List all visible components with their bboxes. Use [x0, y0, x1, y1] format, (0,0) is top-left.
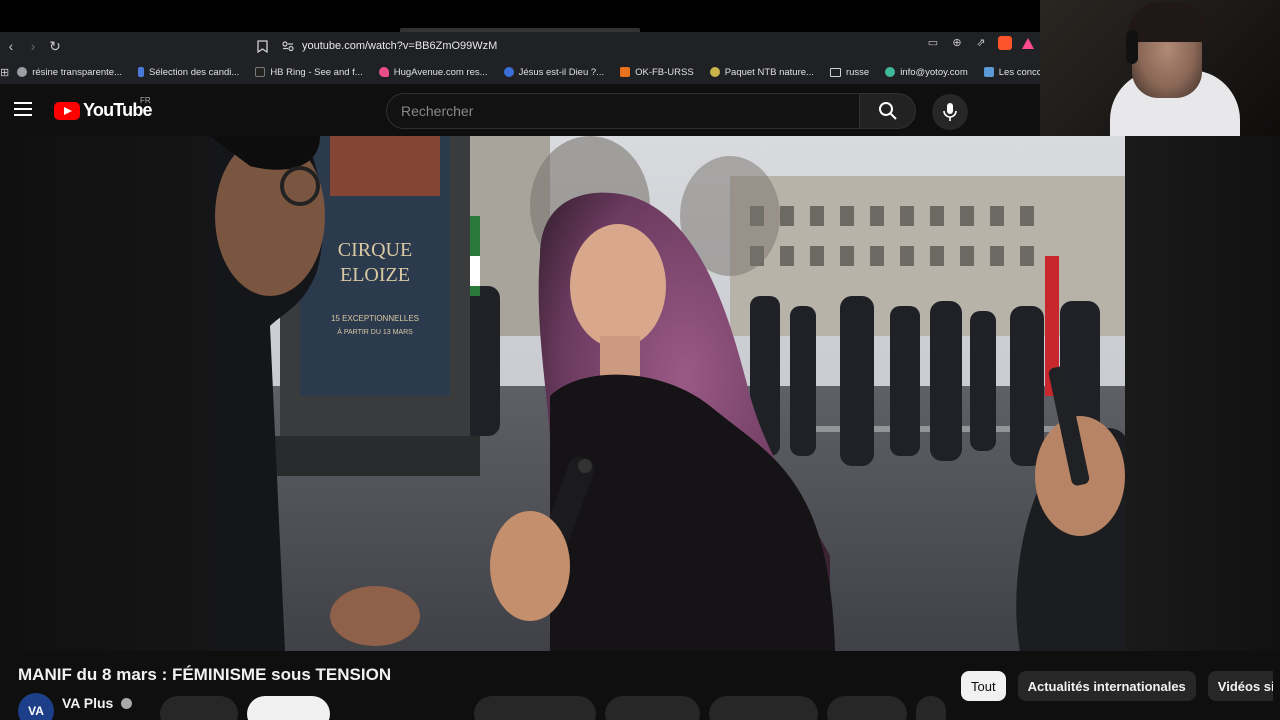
- folder-icon: [829, 67, 841, 77]
- url-text[interactable]: youtube.com/watch?v=BB6ZmO99WzM: [302, 40, 497, 52]
- bookmark-star-icon[interactable]: [254, 37, 270, 55]
- channel-name[interactable]: VA Plus: [62, 695, 113, 711]
- brave-shields-icon[interactable]: [998, 36, 1012, 50]
- search-bar: [386, 93, 916, 129]
- bookmark-folder[interactable]: russe: [829, 67, 877, 78]
- related-chips-bar: Tout Actualités internationales Vidéos s…: [961, 651, 1273, 720]
- ambient-left: [0, 136, 210, 651]
- youtube-logo[interactable]: YouTube FR: [54, 96, 153, 121]
- brave-rewards-icon[interactable]: [1022, 37, 1034, 49]
- plant-favicon: [709, 67, 720, 77]
- concours-favicon: [983, 67, 994, 77]
- share-icon[interactable]: ⇗: [974, 36, 988, 50]
- bookmark-item[interactable]: info@yotoy.com: [885, 67, 976, 78]
- browser-tab-strip: [0, 0, 1040, 32]
- chip-all[interactable]: Tout: [961, 671, 1006, 701]
- reload-icon[interactable]: ↻: [44, 35, 66, 57]
- youtube-play-icon: [54, 101, 80, 120]
- subscribe-button[interactable]: [247, 696, 330, 720]
- site-settings-icon[interactable]: [282, 40, 294, 52]
- cast-icon[interactable]: ▭: [926, 36, 940, 50]
- bookmark-item[interactable]: OK-FB-URSS: [620, 67, 702, 78]
- like-dislike-button[interactable]: [474, 696, 596, 720]
- apps-grid-icon[interactable]: ⊞: [0, 61, 9, 83]
- video-info: MANIF du 8 mars : FÉMINISME sous TENSION…: [0, 651, 1280, 720]
- country-code: FR: [140, 96, 151, 105]
- search-icon: [878, 102, 897, 120]
- channel-avatar[interactable]: VA: [18, 693, 54, 720]
- poster-text: À PARTIR DU 13 MARS: [337, 327, 413, 336]
- chip-similar-videos[interactable]: Vidéos simila: [1207, 671, 1273, 701]
- microphone-icon: [943, 103, 957, 121]
- jesus-site-favicon: [503, 67, 514, 77]
- search-button[interactable]: [860, 93, 916, 129]
- bookmarks-bar: ⊞ résine transparente... Sélection des c…: [0, 60, 1040, 84]
- forward-icon[interactable]: ›: [22, 35, 44, 57]
- url-field[interactable]: youtube.com/watch?v=BB6ZmO99WzM: [282, 36, 497, 56]
- document-icon: [138, 67, 144, 77]
- yotoy-favicon: [885, 67, 896, 77]
- voice-search-button[interactable]: [932, 94, 968, 130]
- channel-row: VA VA Plus: [18, 693, 133, 720]
- back-icon[interactable]: ‹: [0, 35, 22, 57]
- menu-icon[interactable]: [14, 102, 32, 116]
- bookmark-item[interactable]: HugAvenue.com res...: [378, 67, 496, 78]
- zoom-icon[interactable]: ⊕: [950, 36, 964, 50]
- search-input[interactable]: [386, 93, 861, 129]
- bookmark-item[interactable]: Paquet NTB nature...: [709, 67, 822, 78]
- ambient-right: [1125, 136, 1280, 651]
- bookmark-item[interactable]: Les concours d'aute...: [983, 67, 1040, 78]
- save-button[interactable]: [709, 696, 818, 720]
- poster-text: 15 EXCEPTIONNELLES: [331, 314, 419, 323]
- browser-address-bar: ‹ › ↻ youtube.com/watch?v=BB6ZmO99WzM ▭ …: [0, 32, 1040, 60]
- video-scene: CIRQUE ELOIZE 15 EXCEPTIONNELLES À PARTI…: [210, 136, 1125, 651]
- hb-ring-favicon: [255, 67, 266, 77]
- video-title: MANIF du 8 mars : FÉMINISME sous TENSION: [18, 665, 392, 684]
- chip-international-news[interactable]: Actualités internationales: [1017, 671, 1196, 701]
- more-actions-button[interactable]: [916, 696, 946, 720]
- video-frame[interactable]: CIRQUE ELOIZE 15 EXCEPTIONNELLES À PARTI…: [210, 136, 1125, 651]
- youtube-header: YouTube FR: [0, 84, 1040, 136]
- poster-text: CIRQUE: [338, 239, 412, 261]
- ok-favicon: [620, 67, 631, 77]
- video-player-area: CIRQUE ELOIZE 15 EXCEPTIONNELLES À PARTI…: [0, 136, 1280, 651]
- verified-badge-icon: [121, 697, 133, 709]
- poster-text: ELOIZE: [340, 264, 410, 286]
- thanks-button[interactable]: [827, 696, 907, 720]
- bookmark-item[interactable]: résine transparente...: [17, 67, 130, 78]
- bookmark-item[interactable]: HB Ring - See and f...: [255, 67, 370, 78]
- bookmark-item[interactable]: Sélection des candi...: [138, 67, 247, 78]
- heart-favicon: [378, 67, 389, 77]
- bookmark-item[interactable]: Jésus est-il Dieu ?...: [503, 67, 613, 78]
- globe-icon: [17, 67, 28, 77]
- share-button[interactable]: [605, 696, 700, 720]
- webcam-person-hair: [1128, 2, 1208, 42]
- webcam-overlay: [1040, 0, 1280, 136]
- join-button[interactable]: [160, 696, 238, 720]
- headset-icon: [1126, 30, 1138, 64]
